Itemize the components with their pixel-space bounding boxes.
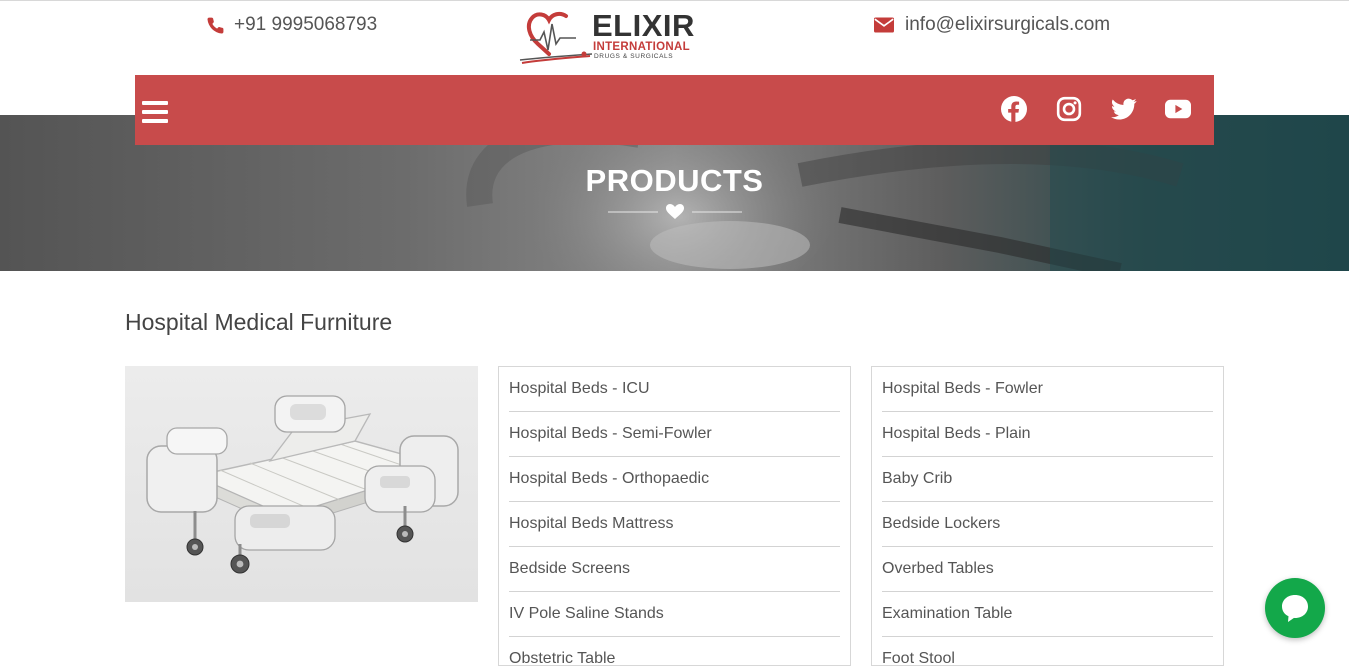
list-item[interactable]: Hospital Beds - Plain	[882, 412, 1213, 457]
hamburger-menu-icon[interactable]	[142, 101, 168, 123]
hospital-bed-picture	[146, 395, 459, 574]
list-item[interactable]: Hospital Beds - Semi-Fowler	[509, 412, 840, 457]
header-phone[interactable]: +91 9995068793	[206, 14, 377, 36]
twitter-icon[interactable]	[1111, 96, 1137, 122]
phone-icon	[207, 17, 224, 34]
phone-number: +91 9995068793	[234, 14, 378, 35]
main-nav-bar	[135, 75, 1214, 145]
product-list-column-1: Hospital Beds - ICU Hospital Beds - Semi…	[498, 366, 851, 666]
logo-brand: ELIXIR	[592, 8, 695, 43]
list-item[interactable]: Bedside Screens	[509, 547, 840, 592]
list-item[interactable]: Hospital Beds - Orthopaedic	[509, 457, 840, 502]
list-item[interactable]: Obstetric Table	[509, 637, 840, 665]
section-title: Hospital Medical Furniture	[125, 309, 393, 335]
email-address: info@elixirsurgicals.com	[905, 14, 1111, 35]
list-item[interactable]: Hospital Beds - ICU	[509, 367, 840, 412]
top-border	[0, 0, 1349, 1]
envelope-icon	[874, 17, 894, 33]
elixir-logo[interactable]: ELIXIR INTERNATIONAL DRUGS & SURGICALS	[516, 10, 694, 66]
list-item[interactable]: Hospital Beds - Fowler	[882, 367, 1213, 412]
list-item[interactable]: Foot Stool	[882, 637, 1213, 665]
facebook-icon[interactable]	[1001, 96, 1027, 122]
chat-bubble-icon	[1282, 595, 1308, 622]
chat-widget-button[interactable]	[1265, 578, 1325, 638]
product-list-column-2: Hospital Beds - Fowler Hospital Beds - P…	[871, 366, 1224, 666]
logo-line1: INTERNATIONAL	[593, 41, 690, 53]
heart-pulse-logo-icon	[519, 11, 593, 64]
hospital-bed-image[interactable]	[125, 366, 478, 602]
list-item[interactable]: Baby Crib	[882, 457, 1213, 502]
youtube-icon[interactable]	[1165, 96, 1191, 122]
list-item[interactable]: Overbed Tables	[882, 547, 1213, 592]
list-item[interactable]: IV Pole Saline Stands	[509, 592, 840, 637]
heart-divider-icon	[608, 204, 742, 219]
instagram-icon[interactable]	[1056, 96, 1082, 122]
header-email[interactable]: info@elixirsurgicals.com	[874, 14, 1110, 36]
list-item[interactable]: Hospital Beds Mattress	[509, 502, 840, 547]
page-title: PRODUCTS	[585, 163, 764, 198]
logo-line2: DRUGS & SURGICALS	[594, 53, 674, 60]
list-item[interactable]: Examination Table	[882, 592, 1213, 637]
list-item[interactable]: Bedside Lockers	[882, 502, 1213, 547]
